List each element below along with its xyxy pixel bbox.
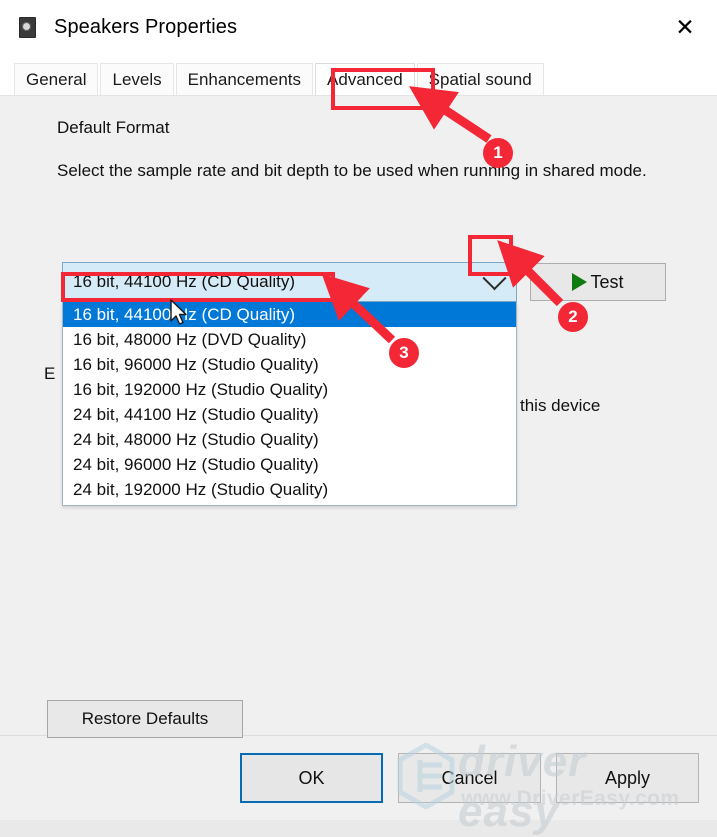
dropdown-option[interactable]: 16 bit, 192000 Hz (Studio Quality)	[63, 377, 516, 402]
dropdown-option[interactable]: 16 bit, 44100 Hz (CD Quality)	[63, 302, 516, 327]
restore-defaults-button[interactable]: Restore Defaults	[47, 700, 243, 738]
tab-strip: General Levels Enhancements Advanced Spa…	[0, 54, 717, 96]
tab-general[interactable]: General	[14, 63, 99, 96]
ok-button[interactable]: OK	[240, 753, 383, 803]
speaker-icon	[16, 15, 40, 39]
dropdown-option[interactable]: 24 bit, 96000 Hz (Studio Quality)	[63, 452, 516, 477]
speakers-properties-dialog: Speakers Properties ✕ General Levels Enh…	[0, 0, 717, 836]
exclusive-mode-label-obscured: E	[44, 364, 56, 383]
exclusive-mode-text-obscured: this device	[520, 396, 601, 415]
default-format-dropdown-list[interactable]: 16 bit, 44100 Hz (CD Quality) 16 bit, 48…	[62, 302, 517, 506]
dropdown-option[interactable]: 16 bit, 48000 Hz (DVD Quality)	[63, 327, 516, 352]
default-format-heading: Default Format	[57, 118, 170, 137]
dialog-button-bar: OK Cancel Apply	[0, 735, 717, 820]
cancel-button[interactable]: Cancel	[398, 753, 541, 803]
combobox-value: 16 bit, 44100 Hz (CD Quality)	[73, 272, 296, 291]
window-title: Speakers Properties	[54, 15, 238, 38]
play-icon	[572, 273, 588, 291]
dropdown-option[interactable]: 24 bit, 44100 Hz (Studio Quality)	[63, 402, 516, 427]
tab-advanced[interactable]: Advanced	[315, 63, 415, 96]
tab-levels[interactable]: Levels	[100, 63, 174, 96]
test-button-label: Test	[590, 271, 624, 292]
tab-spatial-sound[interactable]: Spatial sound	[416, 63, 544, 96]
test-button[interactable]: Test	[530, 263, 666, 301]
chevron-down-icon[interactable]	[472, 263, 516, 301]
tab-enhancements[interactable]: Enhancements	[175, 63, 314, 96]
dropdown-option[interactable]: 24 bit, 192000 Hz (Studio Quality)	[63, 477, 516, 502]
close-icon[interactable]: ✕	[653, 0, 717, 54]
apply-button[interactable]: Apply	[556, 753, 699, 803]
title-bar: Speakers Properties ✕	[0, 0, 717, 54]
dropdown-option[interactable]: 16 bit, 96000 Hz (Studio Quality)	[63, 352, 516, 377]
default-format-combobox[interactable]: 16 bit, 44100 Hz (CD Quality)	[62, 262, 517, 302]
dropdown-option[interactable]: 24 bit, 48000 Hz (Studio Quality)	[63, 427, 516, 452]
advanced-tab-panel: Default Format Select the sample rate an…	[0, 96, 717, 836]
default-format-description: Select the sample rate and bit depth to …	[57, 161, 647, 180]
